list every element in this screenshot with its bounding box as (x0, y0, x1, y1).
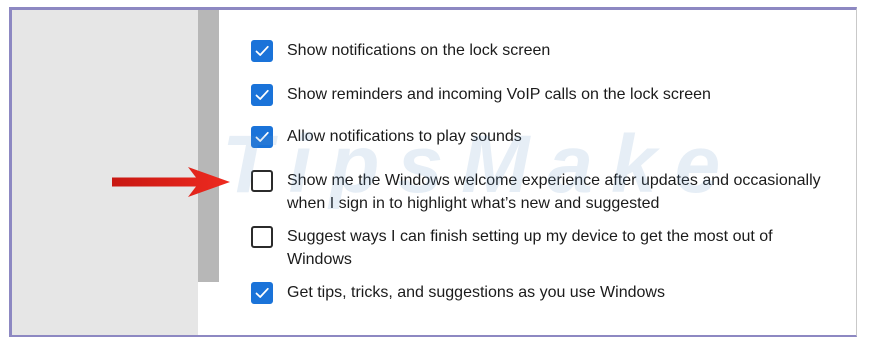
finish-setup-suggestions-checkbox[interactable] (251, 226, 273, 248)
scrollbar[interactable] (198, 10, 219, 282)
setting-welcome-experience[interactable]: Show me the Windows welcome experience a… (251, 170, 835, 215)
check-icon (255, 89, 269, 100)
check-icon (255, 131, 269, 142)
reminders-voip-checkbox[interactable] (251, 84, 273, 106)
setting-label: Show reminders and incoming VoIP calls o… (287, 86, 711, 103)
setting-tips-and-tricks[interactable]: Get tips, tricks, and suggestions as you… (251, 282, 835, 304)
red-arrow-icon (112, 167, 230, 197)
setting-label: Show me the Windows welcome experience a… (287, 172, 821, 212)
setting-label: Show notifications on the lock screen (287, 42, 551, 59)
check-icon (255, 45, 269, 56)
lock-screen-notifications-checkbox[interactable] (251, 40, 273, 62)
setting-label: Get tips, tricks, and suggestions as you… (287, 284, 665, 301)
notification-settings-panel: Show notifications on the lock screen Sh… (219, 10, 856, 335)
setting-label: Suggest ways I can finish setting up my … (287, 228, 773, 268)
tips-and-tricks-checkbox[interactable] (251, 282, 273, 304)
setting-lock-screen-notifications[interactable]: Show notifications on the lock screen (251, 40, 835, 62)
setting-label: Allow notifications to play sounds (287, 128, 522, 145)
check-icon (255, 287, 269, 298)
setting-finish-setup-suggestions[interactable]: Suggest ways I can finish setting up my … (251, 226, 835, 271)
setting-notification-sounds[interactable]: Allow notifications to play sounds (251, 126, 835, 148)
welcome-experience-checkbox[interactable] (251, 170, 273, 192)
notification-sounds-checkbox[interactable] (251, 126, 273, 148)
setting-reminders-voip[interactable]: Show reminders and incoming VoIP calls o… (251, 84, 835, 106)
